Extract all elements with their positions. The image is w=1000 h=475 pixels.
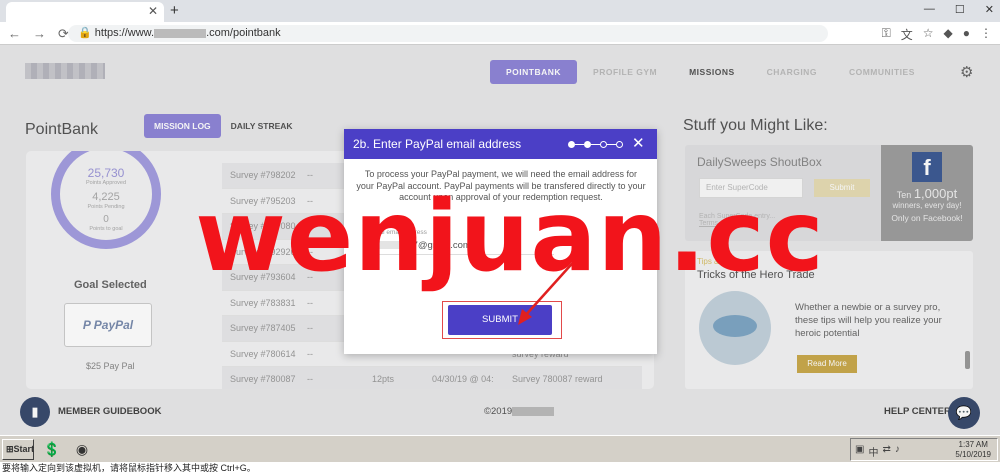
account-icon[interactable]: ●	[963, 26, 970, 43]
red-arrow-annotation	[518, 256, 579, 325]
step-indicator	[568, 141, 623, 148]
maximize-icon[interactable]: ☐	[955, 3, 965, 16]
system-tray: ▣ 中 ⇄ ♪ 1:37 AM 5/10/2019	[850, 438, 998, 461]
lock-icon: 🔒	[78, 27, 92, 39]
star-icon[interactable]: ☆	[923, 26, 934, 43]
address-bar-row: ← → ⟳ 🔒 https://www. .com/pointbank ⚿ 文 ☆…	[0, 22, 1000, 45]
forward-icon[interactable]: →	[33, 26, 46, 42]
window-controls: — ☐ ✕	[924, 3, 994, 16]
paypal-email-modal: 2b. Enter PayPal email address ✕ To proc…	[344, 129, 657, 354]
tray-ime-icon[interactable]: 中	[868, 444, 878, 459]
step-dot	[600, 141, 607, 148]
email-field-label: PayPal email address	[364, 229, 427, 236]
vm-status-bar: 要将输入定向到该虚拟机，请将鼠标指针移入其中或按 Ctrl+G。	[0, 462, 1000, 475]
browser-tab-bar: ✕ + — ☐ ✕	[0, 0, 1000, 22]
back-icon[interactable]: ←	[8, 26, 21, 42]
key-icon[interactable]: ⚿	[882, 26, 891, 43]
url-input[interactable]: 🔒 https://www. .com/pointbank	[68, 25, 828, 42]
modal-title: 2b. Enter PayPal email address	[353, 137, 522, 151]
browser-extensions: ⚿ 文 ☆ ◆ ● ⋮	[882, 26, 992, 43]
close-window-icon[interactable]: ✕	[985, 3, 994, 16]
tray-volume-icon[interactable]: ♪	[895, 444, 900, 459]
clock[interactable]: 1:37 AM 5/10/2019	[955, 440, 991, 460]
url-suffix: .com/pointbank	[206, 27, 281, 39]
step-dot	[584, 141, 591, 148]
close-tab-icon[interactable]: ✕	[148, 4, 158, 18]
url-prefix: https://www.	[94, 27, 155, 39]
extension-icon[interactable]: ◆	[944, 26, 953, 43]
browser-nav: ← → ⟳	[8, 26, 69, 42]
tray-icons: ▣ 中 ⇄ ♪	[855, 444, 900, 459]
chrome-icon[interactable]: ◉	[70, 439, 94, 460]
page-content: POINTBANK PROFILE GYM MISSIONS CHARGING …	[0, 45, 1000, 435]
redacted-domain	[154, 28, 207, 38]
translate-icon[interactable]: 文	[901, 26, 913, 43]
close-modal-icon[interactable]: ✕	[632, 134, 645, 152]
step-dot	[568, 141, 575, 148]
start-button[interactable]: ⊞Start	[2, 439, 34, 460]
tray-app-icon[interactable]: ▣	[855, 444, 864, 459]
tray-network-icon[interactable]: ⇄	[882, 444, 890, 459]
step-dot	[616, 141, 623, 148]
modal-header: 2b. Enter PayPal email address ✕	[344, 129, 657, 159]
modal-description: To process your PayPal payment, we will …	[356, 169, 646, 202]
os-taskbar: ⊞Start 💲 ◉ ▣ 中 ⇄ ♪ 1:37 AM 5/10/2019	[0, 435, 1000, 462]
dollar-app-icon[interactable]: 💲	[40, 439, 64, 460]
menu-icon[interactable]: ⋮	[980, 26, 992, 43]
new-tab-button[interactable]: +	[170, 2, 179, 19]
browser-tab[interactable]: ✕	[6, 2, 164, 22]
minimize-icon[interactable]: —	[924, 3, 935, 16]
